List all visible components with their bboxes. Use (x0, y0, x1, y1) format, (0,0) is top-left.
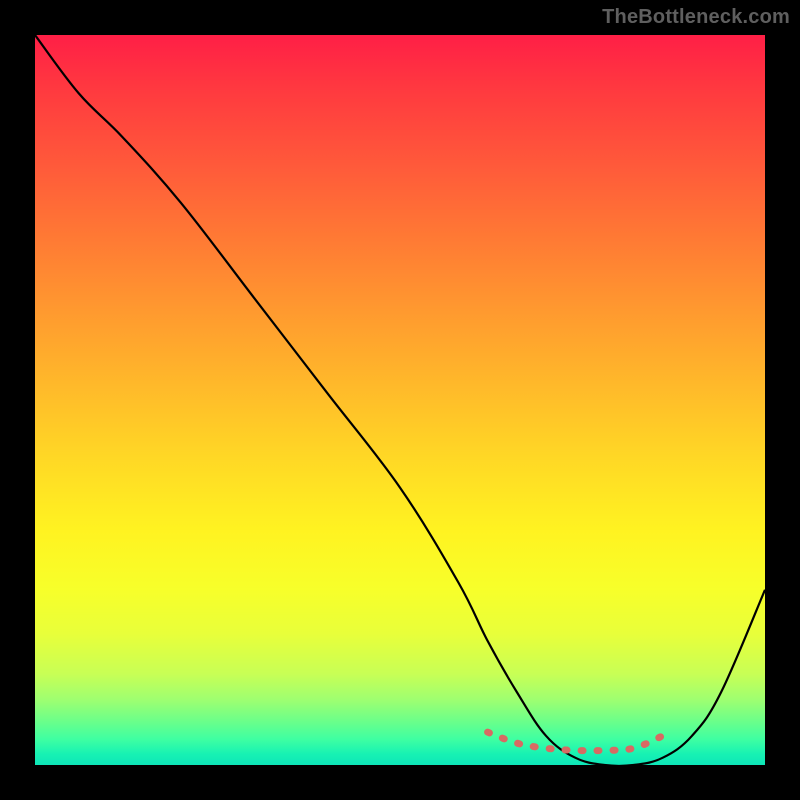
bottleneck-curve-path (35, 35, 765, 765)
watermark-text: TheBottleneck.com (602, 6, 790, 29)
chart-svg (35, 35, 765, 765)
plot-area (35, 35, 765, 765)
optimal-range-marker-path (488, 732, 663, 751)
chart-frame: TheBottleneck.com (0, 0, 800, 800)
